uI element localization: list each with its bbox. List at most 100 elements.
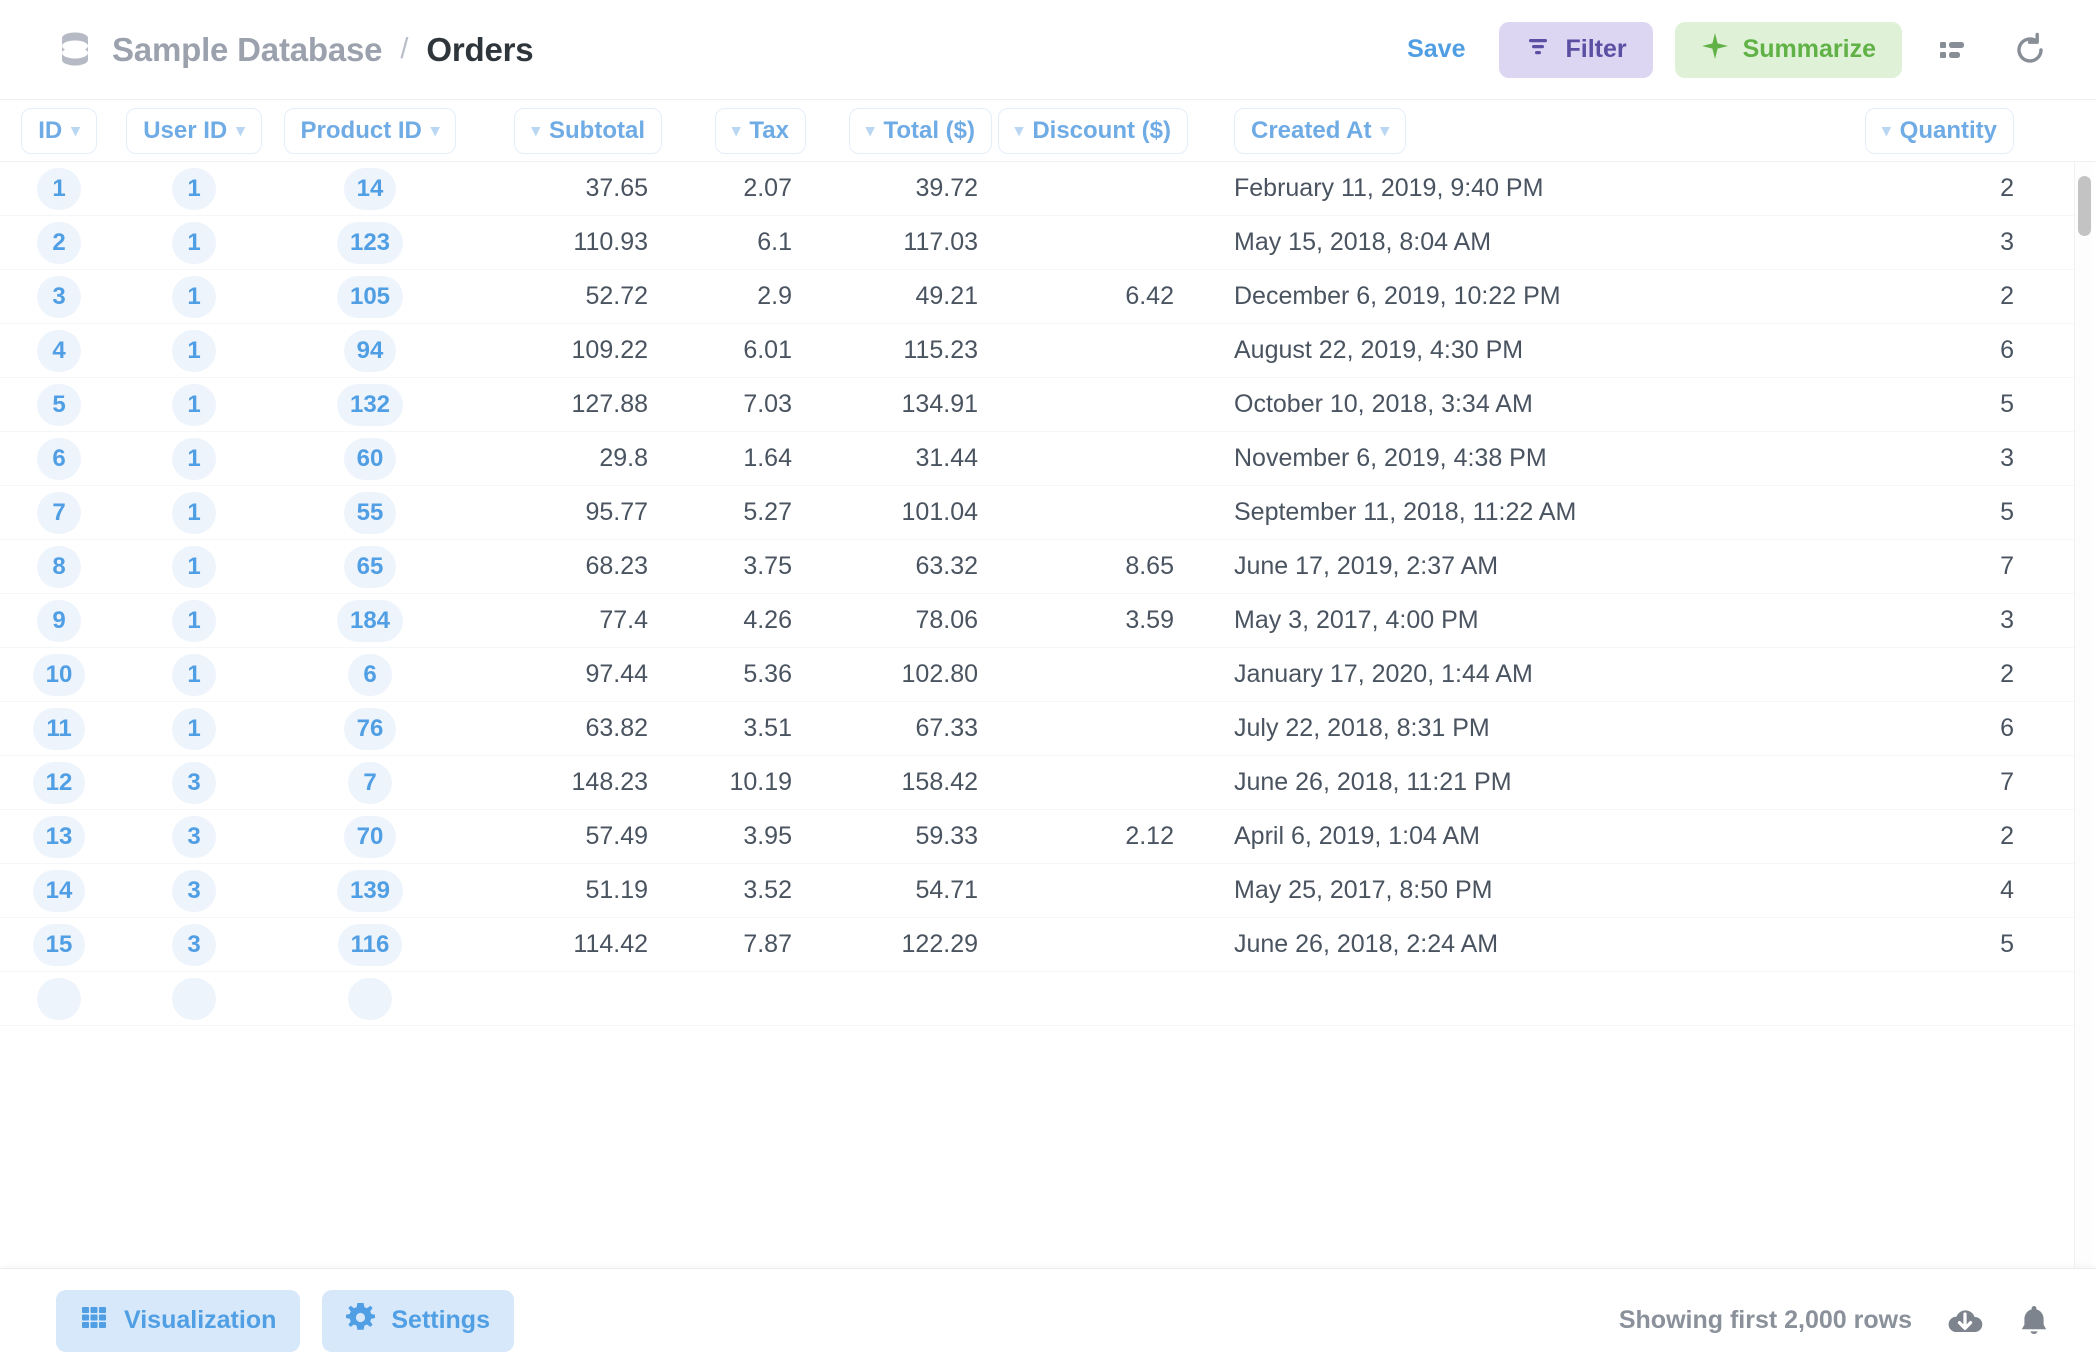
cell-subtotal[interactable]: 51.19	[470, 864, 670, 917]
cell-created-at[interactable]: July 22, 2018, 8:31 PM	[1196, 702, 1656, 755]
cell-created-at[interactable]: September 11, 2018, 11:22 AM	[1196, 486, 1656, 539]
table-row[interactable]: 12 3 7 148.23 10.19 158.42 June 26, 2018, 11:2…	[0, 756, 2074, 810]
cell-pill-product-id[interactable]: 60	[343, 437, 397, 480]
cell-subtotal[interactable]: 110.93	[470, 216, 670, 269]
cell-total[interactable]: 39.72	[810, 162, 1000, 215]
cell-pill-user-id[interactable]: 3	[172, 923, 216, 966]
cell-pill-id[interactable]: 6	[37, 437, 81, 480]
table-row[interactable]: 3 1 105 52.72 2.9 49.21 6.42 December 6, 2019, …	[0, 270, 2074, 324]
cell-created-at[interactable]: June 17, 2019, 2:37 AM	[1196, 540, 1656, 593]
cell-id[interactable]: 14	[0, 864, 118, 917]
cell-product-id[interactable]: 184	[270, 594, 470, 647]
column-header-pill-subtotal[interactable]: ▾ Subtotal	[514, 107, 662, 154]
cell-created-at[interactable]: August 22, 2019, 4:30 PM	[1196, 324, 1656, 377]
cell-pill-product-id[interactable]: 55	[343, 491, 397, 534]
cell-pill-partial[interactable]	[348, 977, 392, 1020]
cell-subtotal[interactable]: 97.44	[470, 648, 670, 701]
column-header-pill-discount[interactable]: ▾ Discount ($)	[997, 107, 1188, 154]
cell-tax[interactable]: 7.03	[670, 378, 810, 431]
cell-id[interactable]: 4	[0, 324, 118, 377]
cell-product-id[interactable]: 70	[270, 810, 470, 863]
cell-pill-id[interactable]: 5	[37, 383, 81, 426]
cell-quantity[interactable]: 3	[1656, 216, 2074, 269]
cell-pill-user-id[interactable]: 1	[172, 275, 216, 318]
cell-pill-id[interactable]: 15	[32, 923, 86, 966]
cell-total[interactable]: 117.03	[810, 216, 1000, 269]
cell-subtotal[interactable]: 148.23	[470, 756, 670, 809]
cell-discount[interactable]: 3.59	[1000, 594, 1196, 647]
cell-pill-user-id[interactable]: 1	[172, 599, 216, 642]
cell-created-at[interactable]: December 6, 2019, 10:22 PM	[1196, 270, 1656, 323]
table-row[interactable]: 8 1 65 68.23 3.75 63.32 8.65 June 17, 2019, 2:3…	[0, 540, 2074, 594]
table-row[interactable]: 9 1 184 77.4 4.26 78.06 3.59 May 3, 2017, 4:00 …	[0, 594, 2074, 648]
cell-total[interactable]: 54.71	[810, 864, 1000, 917]
cell-tax[interactable]: 5.27	[670, 486, 810, 539]
cell-pill-user-id[interactable]: 1	[172, 167, 216, 210]
cell-product-id[interactable]: 76	[270, 702, 470, 755]
column-header-pill-quantity[interactable]: ▾ Quantity	[1865, 107, 2014, 154]
cell-total[interactable]: 59.33	[810, 810, 1000, 863]
cell-discount[interactable]	[1000, 162, 1196, 215]
cell-quantity[interactable]: 7	[1656, 540, 2074, 593]
cell-product-id[interactable]: 116	[270, 918, 470, 971]
cell-created-at[interactable]: January 17, 2020, 1:44 AM	[1196, 648, 1656, 701]
cell-id[interactable]: 15	[0, 918, 118, 971]
cell-pill-product-id[interactable]: 116	[337, 923, 403, 966]
cell-quantity[interactable]: 4	[1656, 864, 2074, 917]
cell-user-id[interactable]: 1	[118, 162, 270, 215]
table-row[interactable]: 5 1 132 127.88 7.03 134.91 October 10, 2018, 3…	[0, 378, 2074, 432]
cell-total[interactable]: 134.91	[810, 378, 1000, 431]
table-row[interactable]: 10 1 6 97.44 5.36 102.80 January 17, 2020, 1:4…	[0, 648, 2074, 702]
cell-pill-user-id[interactable]: 3	[172, 815, 216, 858]
save-button[interactable]: Save	[1395, 29, 1477, 70]
cell-tax[interactable]: 3.75	[670, 540, 810, 593]
cell-tax[interactable]: 5.36	[670, 648, 810, 701]
cell-subtotal[interactable]: 127.88	[470, 378, 670, 431]
cell-user-id[interactable]: 1	[118, 378, 270, 431]
cell-quantity[interactable]: 5	[1656, 486, 2074, 539]
cell-subtotal[interactable]: 95.77	[470, 486, 670, 539]
cell-subtotal[interactable]: 63.82	[470, 702, 670, 755]
cell-pill-user-id[interactable]: 1	[172, 437, 216, 480]
cell-discount[interactable]	[1000, 378, 1196, 431]
cell-discount[interactable]	[1000, 432, 1196, 485]
cell-quantity[interactable]: 5	[1656, 378, 2074, 431]
cell-id[interactable]: 13	[0, 810, 118, 863]
cell-tax[interactable]: 6.01	[670, 324, 810, 377]
cell-pill-id[interactable]: 1	[37, 167, 81, 210]
cell-discount[interactable]	[1000, 756, 1196, 809]
breadcrumb-database[interactable]: Sample Database	[112, 31, 383, 69]
bell-icon[interactable]	[2018, 1304, 2050, 1338]
cell-pill-partial[interactable]	[172, 977, 216, 1020]
cell-discount[interactable]: 2.12	[1000, 810, 1196, 863]
cell-user-id[interactable]: 1	[118, 270, 270, 323]
cell-tax[interactable]: 7.87	[670, 918, 810, 971]
cell-id[interactable]: 2	[0, 216, 118, 269]
cell-user-id[interactable]: 3	[118, 918, 270, 971]
cell-tax[interactable]: 3.52	[670, 864, 810, 917]
cell-partial[interactable]	[118, 972, 270, 1025]
cell-discount[interactable]	[1000, 324, 1196, 377]
cell-subtotal[interactable]: 114.42	[470, 918, 670, 971]
cell-subtotal[interactable]: 37.65	[470, 162, 670, 215]
cell-pill-user-id[interactable]: 1	[172, 545, 216, 588]
cell-product-id[interactable]: 105	[270, 270, 470, 323]
cell-subtotal[interactable]: 68.23	[470, 540, 670, 593]
cell-quantity[interactable]: 6	[1656, 324, 2074, 377]
cell-subtotal[interactable]: 109.22	[470, 324, 670, 377]
cell-partial[interactable]	[270, 972, 470, 1025]
cell-created-at[interactable]: October 10, 2018, 3:34 AM	[1196, 378, 1656, 431]
cell-id[interactable]: 12	[0, 756, 118, 809]
cell-quantity[interactable]: 2	[1656, 810, 2074, 863]
cell-user-id[interactable]: 1	[118, 216, 270, 269]
cell-pill-id[interactable]: 13	[32, 815, 86, 858]
cell-discount[interactable]: 6.42	[1000, 270, 1196, 323]
cell-discount[interactable]	[1000, 918, 1196, 971]
list-view-icon[interactable]	[1924, 22, 1980, 78]
cell-total[interactable]: 49.21	[810, 270, 1000, 323]
cell-pill-id[interactable]: 3	[37, 275, 81, 318]
cell-pill-product-id[interactable]: 76	[343, 707, 397, 750]
cell-tax[interactable]: 1.64	[670, 432, 810, 485]
column-header-pill-created-at[interactable]: Created At ▾	[1234, 107, 1407, 154]
cell-created-at[interactable]: April 6, 2019, 1:04 AM	[1196, 810, 1656, 863]
